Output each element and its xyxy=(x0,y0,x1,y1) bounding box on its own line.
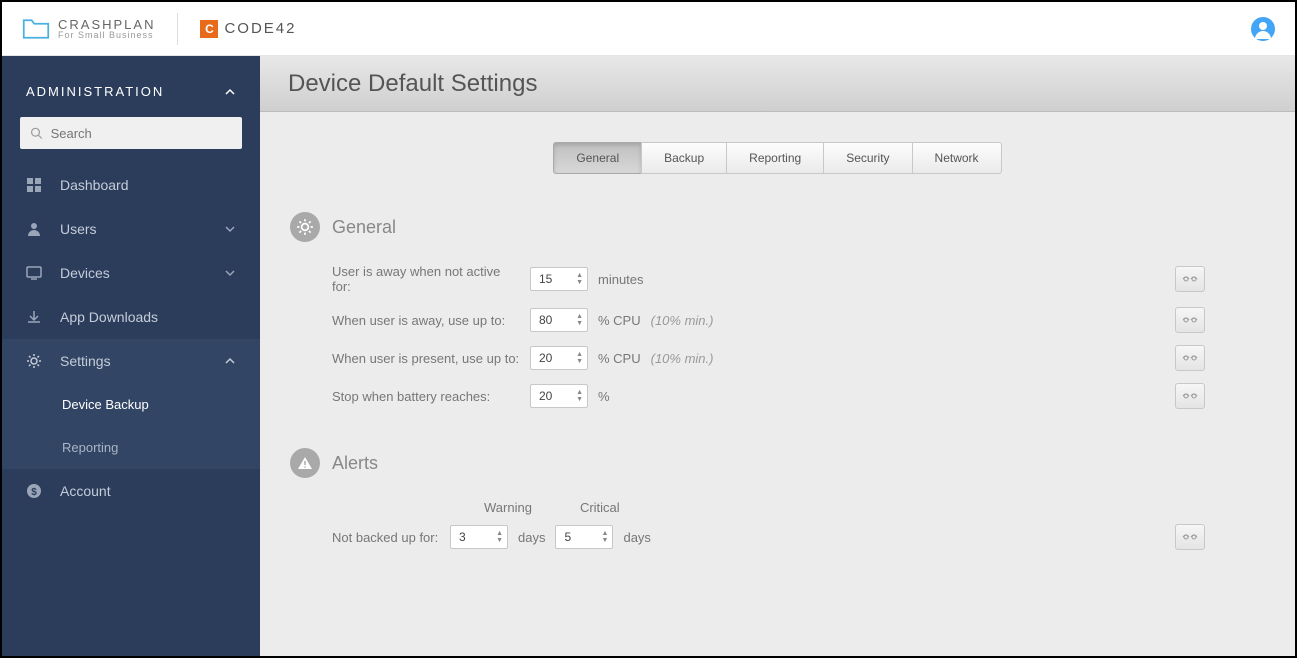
critical-unit: days xyxy=(623,530,650,545)
sidebar-item-label: Dashboard xyxy=(60,177,236,193)
tab-bar: General Backup Reporting Security Networ… xyxy=(290,142,1265,174)
search-box[interactable] xyxy=(20,117,242,149)
battery-input[interactable]: 20 ▲▼ xyxy=(530,384,588,408)
cpu-present-label: When user is present, use up to: xyxy=(332,351,520,366)
stepper-icon[interactable]: ▲▼ xyxy=(576,313,583,327)
sidebar-item-label: Account xyxy=(60,483,236,499)
alerts-col-critical: Critical xyxy=(580,500,620,515)
warning-unit: days xyxy=(518,530,545,545)
sidebar-item-dashboard[interactable]: Dashboard xyxy=(2,163,260,207)
cpu-present-input[interactable]: 20 ▲▼ xyxy=(530,346,588,370)
sidebar-item-label: App Downloads xyxy=(60,309,236,325)
search-icon xyxy=(30,126,43,140)
crashplan-title: CRASHPLAN xyxy=(58,18,155,31)
stepper-icon[interactable]: ▲▼ xyxy=(576,389,583,403)
sidebar-item-label: Settings xyxy=(60,353,206,369)
gear-icon xyxy=(290,212,320,242)
sidebar-subitem-device-backup[interactable]: Device Backup xyxy=(2,383,260,426)
sidebar-item-devices[interactable]: Devices xyxy=(2,251,260,295)
monitor-icon xyxy=(26,265,42,281)
sidebar-item-users[interactable]: Users xyxy=(2,207,260,251)
lock-toggle[interactable] xyxy=(1175,266,1205,292)
sidebar-item-account[interactable]: $ Account xyxy=(2,469,260,513)
crashplan-subtitle: For Small Business xyxy=(58,31,155,40)
sidebar: ADMINISTRATION Dashboard Users Devices A… xyxy=(2,56,260,656)
section-general: General User is away when not active for… xyxy=(290,212,1265,408)
sidebar-subitem-reporting[interactable]: Reporting xyxy=(2,426,260,469)
sidebar-section-administration[interactable]: ADMINISTRATION xyxy=(2,74,260,117)
sidebar-item-label: Users xyxy=(60,221,206,237)
lock-toggle[interactable] xyxy=(1175,345,1205,371)
search-input[interactable] xyxy=(51,126,232,141)
cpu-away-label: When user is away, use up to: xyxy=(332,313,520,328)
battery-label: Stop when battery reaches: xyxy=(332,389,520,404)
tab-reporting[interactable]: Reporting xyxy=(726,142,824,174)
page-title: Device Default Settings xyxy=(288,70,537,98)
sidebar-section-label: ADMINISTRATION xyxy=(26,84,164,99)
crashplan-logo: CRASHPLAN For Small Business xyxy=(22,18,155,40)
download-icon xyxy=(26,309,42,325)
code42-logo: C CODE42 xyxy=(200,20,296,38)
user-icon xyxy=(26,221,42,237)
chevron-down-icon xyxy=(224,223,236,235)
cpu-present-hint: (10% min.) xyxy=(651,351,714,366)
svg-text:$: $ xyxy=(31,487,37,498)
top-bar: CRASHPLAN For Small Business C CODE42 xyxy=(2,2,1295,56)
page-header: Device Default Settings xyxy=(260,56,1295,112)
dollar-icon: $ xyxy=(26,483,42,499)
lock-toggle[interactable] xyxy=(1175,383,1205,409)
tab-network[interactable]: Network xyxy=(912,142,1002,174)
code42-label: CODE42 xyxy=(224,20,296,37)
user-avatar-icon[interactable] xyxy=(1251,17,1275,41)
cpu-away-unit: % CPU xyxy=(598,313,641,328)
stepper-icon[interactable]: ▲▼ xyxy=(602,530,609,544)
critical-days-input[interactable]: 5 ▲▼ xyxy=(555,525,613,549)
away-minutes-input[interactable]: 15 ▲▼ xyxy=(530,267,588,291)
dashboard-icon xyxy=(26,177,42,193)
battery-unit: % xyxy=(598,389,610,404)
section-alerts: Alerts Warning Critical Not backed up fo… xyxy=(290,448,1265,549)
tab-general[interactable]: General xyxy=(553,142,642,174)
alerts-col-warning: Warning xyxy=(484,500,532,515)
lock-toggle[interactable] xyxy=(1175,307,1205,333)
tab-security[interactable]: Security xyxy=(823,142,912,174)
stepper-icon[interactable]: ▲▼ xyxy=(496,530,503,544)
stepper-icon[interactable]: ▲▼ xyxy=(576,272,583,286)
alerts-row-label: Not backed up for: xyxy=(332,530,440,545)
folder-icon xyxy=(22,18,50,40)
cpu-away-input[interactable]: 80 ▲▼ xyxy=(530,308,588,332)
sidebar-item-label: Devices xyxy=(60,265,206,281)
code42-icon: C xyxy=(200,20,218,38)
sidebar-item-app-downloads[interactable]: App Downloads xyxy=(2,295,260,339)
content-area: Device Default Settings General Backup R… xyxy=(260,56,1295,656)
warning-days-input[interactable]: 3 ▲▼ xyxy=(450,525,508,549)
chevron-down-icon xyxy=(224,267,236,279)
away-label: User is away when not active for: xyxy=(332,264,520,294)
settings-subitems: Device Backup Reporting xyxy=(2,383,260,469)
stepper-icon[interactable]: ▲▼ xyxy=(576,351,583,365)
alert-icon xyxy=(290,448,320,478)
tab-backup[interactable]: Backup xyxy=(641,142,727,174)
section-heading: General xyxy=(332,217,396,238)
cpu-present-unit: % CPU xyxy=(598,351,641,366)
header-divider xyxy=(177,13,178,45)
lock-toggle[interactable] xyxy=(1175,524,1205,550)
chevron-up-icon xyxy=(224,86,236,98)
cpu-away-hint: (10% min.) xyxy=(651,313,714,328)
away-unit: minutes xyxy=(598,272,644,287)
sidebar-item-settings[interactable]: Settings xyxy=(2,339,260,383)
chevron-up-icon xyxy=(224,355,236,367)
section-heading: Alerts xyxy=(332,453,378,474)
gear-icon xyxy=(26,353,42,369)
